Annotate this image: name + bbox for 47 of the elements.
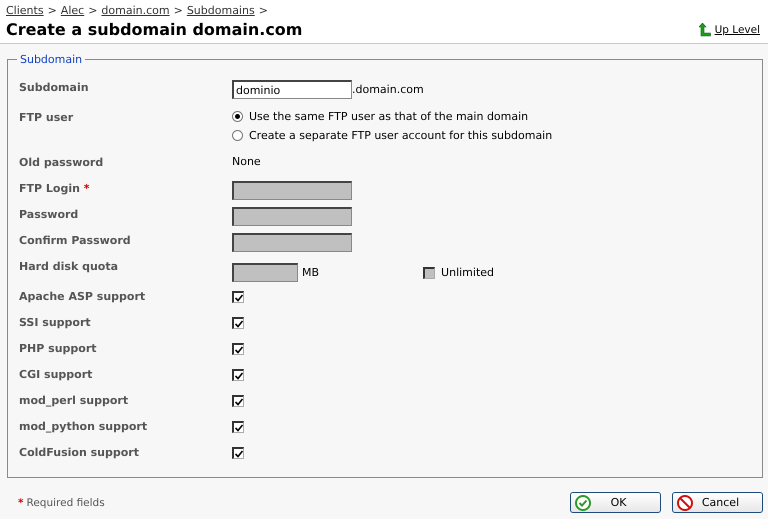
field-label: Confirm Password	[19, 233, 132, 247]
radio-label: Use the same FTP user as that of the main domain	[249, 110, 528, 123]
field-label: Hard disk quota	[19, 259, 120, 273]
radio-label: Create a separate FTP user account for this subdomain	[249, 129, 552, 142]
checkbox[interactable]	[232, 447, 244, 459]
text-field[interactable]: dominio	[232, 80, 352, 99]
breadcrumb-separator: >	[88, 4, 98, 17]
up-level-link[interactable]: Up Level	[714, 24, 760, 36]
checkbox[interactable]	[232, 395, 244, 407]
checkbox[interactable]	[232, 343, 244, 355]
breadcrumb-link[interactable]: Alec	[60, 4, 84, 17]
field-label: ColdFusion support	[19, 445, 140, 459]
domain-suffix: .domain.com	[352, 83, 424, 96]
field-label: PHP support	[19, 341, 98, 355]
radio-button[interactable]	[232, 111, 243, 122]
breadcrumb-separator: >	[174, 4, 183, 17]
field-label: Apache ASP support	[19, 289, 146, 303]
checkbox-label: Unlimited	[441, 266, 494, 279]
checkbox[interactable]	[232, 317, 244, 329]
field-label: FTP Login *	[19, 181, 91, 195]
panel-legend: Subdomain	[17, 53, 86, 66]
field-label: Password	[19, 207, 80, 221]
field-label: Old password	[19, 155, 104, 169]
ok-button[interactable]: OK	[570, 492, 661, 513]
checkbox[interactable]	[232, 421, 244, 433]
breadcrumb-separator: >	[258, 4, 268, 17]
no-entry-icon	[677, 494, 693, 510]
radio-button[interactable]	[232, 130, 243, 141]
breadcrumb-separator: >	[48, 4, 57, 17]
breadcrumb-link[interactable]: domain.com	[101, 4, 170, 17]
field-label: mod_python support	[19, 419, 148, 433]
field-label: Subdomain	[19, 80, 90, 94]
breadcrumb-link[interactable]: Clients	[6, 4, 44, 17]
up-arrow-icon	[698, 22, 711, 36]
field-label: CGI support	[19, 367, 94, 381]
cancel-button[interactable]: Cancel	[672, 492, 763, 513]
page-title: Create a subdomain domain.com	[6, 20, 302, 39]
checkbox[interactable]	[232, 291, 244, 303]
unit-label: MB	[302, 266, 320, 279]
breadcrumb-link[interactable]: Subdomains	[186, 4, 255, 17]
field-label: SSI support	[19, 315, 92, 329]
field-value: None	[232, 155, 261, 168]
checkbox[interactable]	[232, 369, 244, 381]
field-label: mod_perl support	[19, 393, 130, 407]
field-label: FTP user	[19, 110, 74, 124]
check-circle-icon	[575, 494, 591, 510]
required-note: * Required fields	[18, 496, 105, 508]
